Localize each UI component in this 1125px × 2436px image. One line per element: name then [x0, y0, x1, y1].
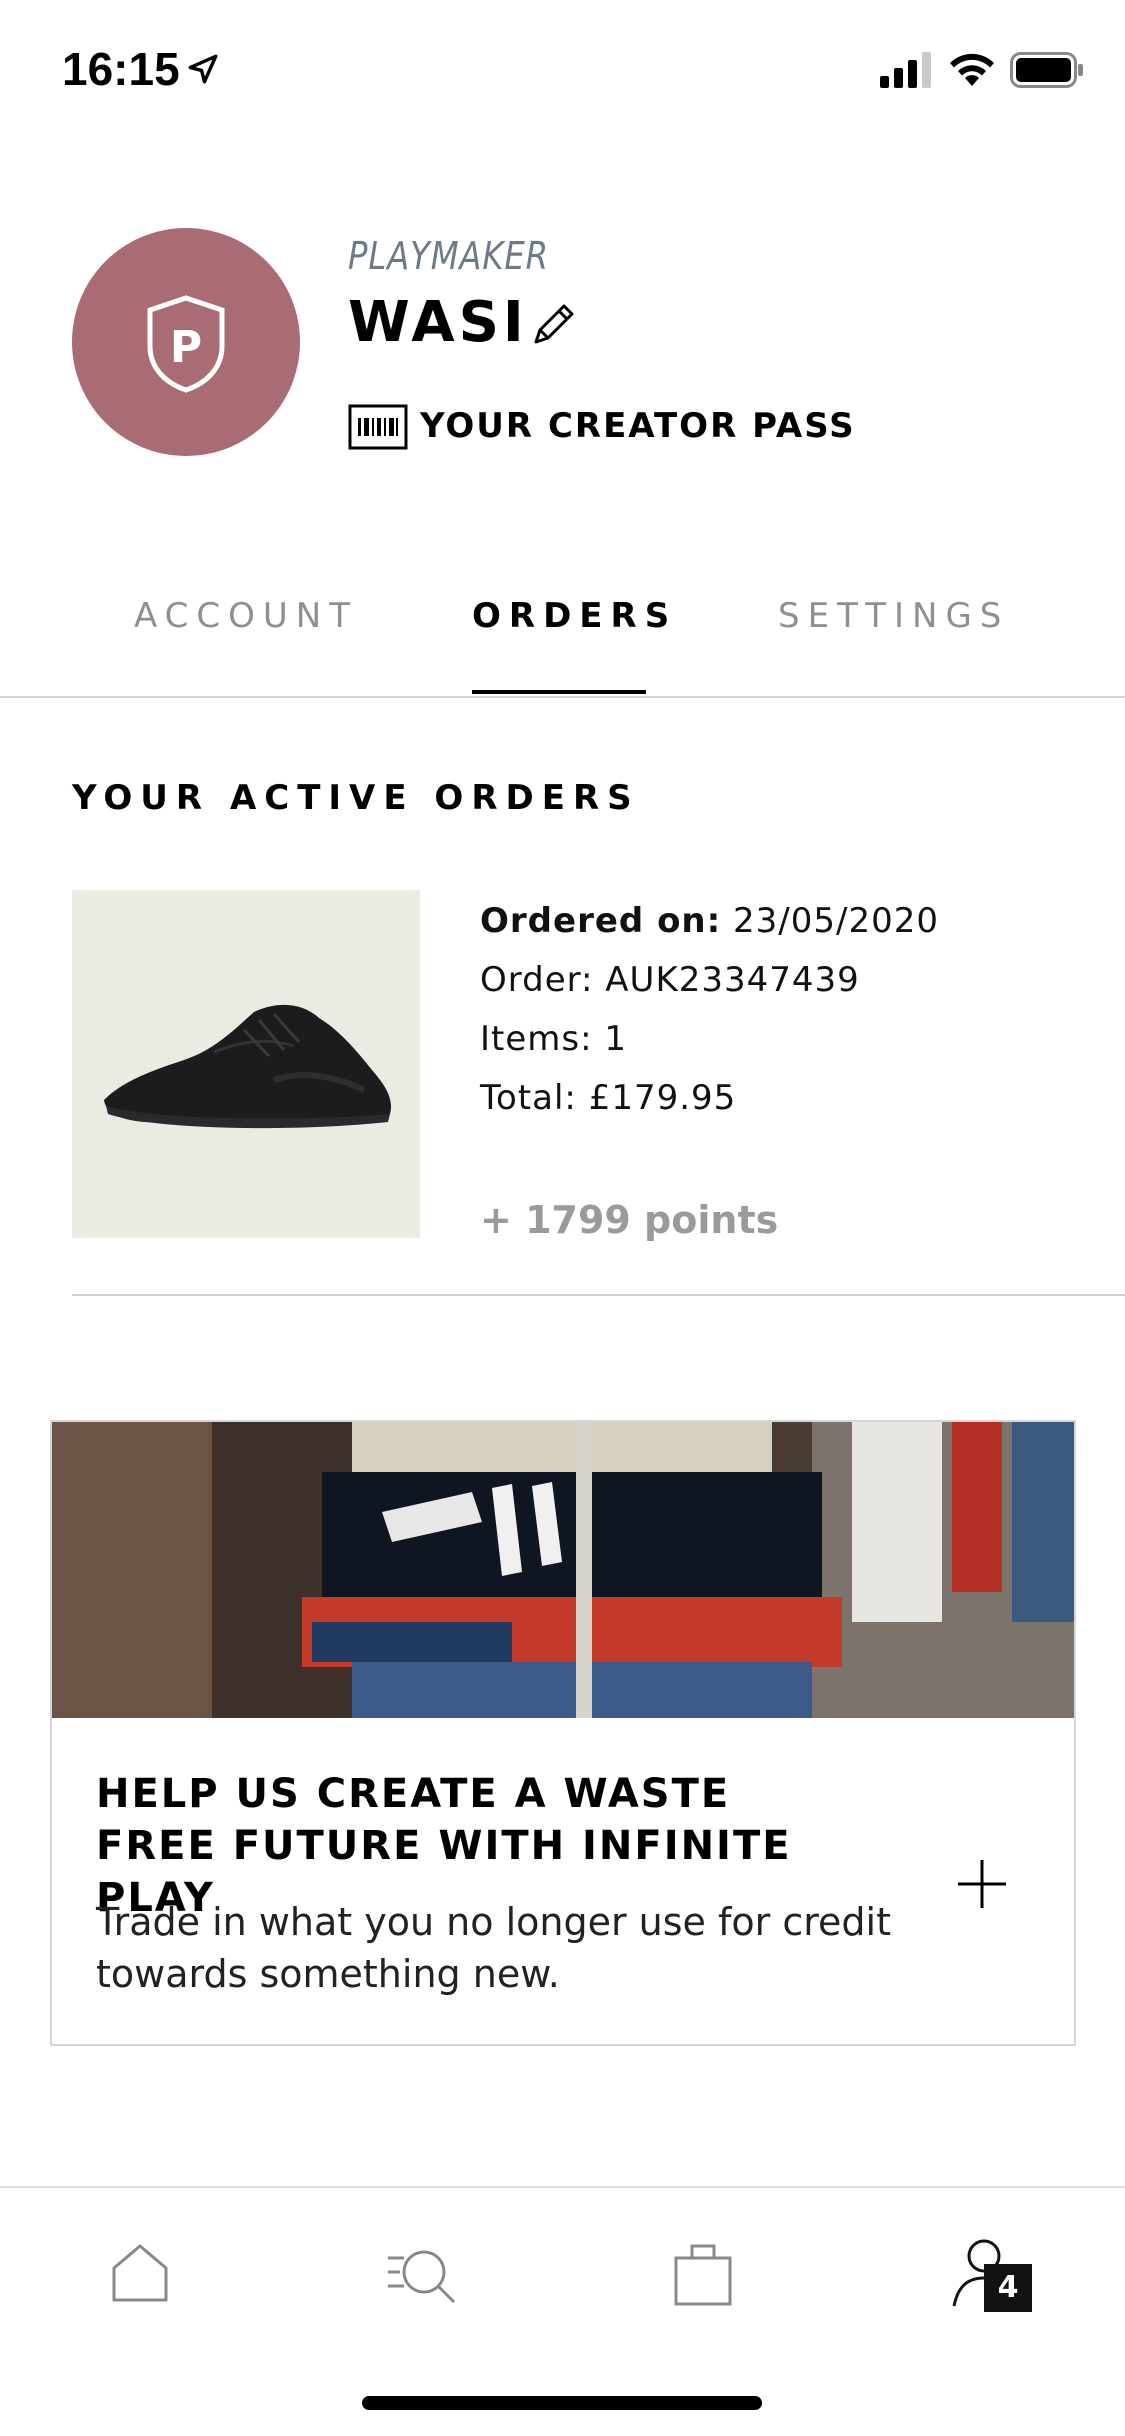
svg-text:P: P	[170, 322, 202, 373]
account-badge: 4	[984, 2264, 1032, 2312]
ordered-on-value: 23/05/2020	[733, 901, 940, 941]
tab-settings[interactable]: SETTINGS	[778, 596, 1009, 636]
profile-tabs: ACCOUNT ORDERS SETTINGS	[0, 580, 1125, 698]
promo-image	[52, 1422, 1074, 1718]
section-title: YOUR ACTIVE ORDERS	[72, 778, 640, 818]
ordered-on-label: Ordered on:	[480, 901, 722, 941]
order-number-label: Order:	[480, 960, 594, 1000]
username: WASI	[348, 290, 528, 355]
barcode-pass-icon[interactable]	[348, 404, 408, 450]
clothes-stack-photo	[52, 1422, 1074, 1718]
membership-tier: PLAYMAKER	[348, 234, 549, 278]
creator-pass-link[interactable]: YOUR CREATOR PASS	[420, 406, 856, 446]
order-number-value: AUK23347439	[605, 960, 860, 1000]
total-value: £179.95	[588, 1078, 737, 1118]
avatar: P	[72, 228, 300, 456]
active-tab-indicator	[472, 690, 646, 694]
status-bar: 16:15	[0, 0, 1125, 132]
ordered-on-row: Ordered on: 23/05/2020	[480, 892, 939, 951]
location-arrow-icon	[188, 54, 218, 84]
divider	[72, 1294, 1125, 1296]
tab-orders[interactable]: ORDERS	[472, 596, 677, 636]
wifi-icon	[950, 53, 994, 86]
total-label: Total:	[480, 1078, 577, 1118]
infinite-play-card[interactable]: HELP US CREATE A WASTE FREE FUTURE WITH …	[50, 1420, 1076, 2046]
total-row: Total: £179.95	[480, 1069, 939, 1128]
order-number-row: Order: AUK23347439	[480, 951, 939, 1010]
order-details: Ordered on: 23/05/2020 Order: AUK2334743…	[480, 892, 939, 1128]
bag-icon[interactable]	[664, 2234, 744, 2314]
points-earned: + 1799 points	[480, 1198, 779, 1242]
product-image[interactable]	[72, 890, 420, 1238]
status-time: 16:15	[62, 43, 180, 95]
divider	[0, 696, 1125, 698]
plus-icon[interactable]	[954, 1856, 1010, 1912]
battery-icon	[1010, 52, 1083, 88]
tab-account[interactable]: ACCOUNT	[134, 596, 358, 636]
shield-badge-icon: P	[147, 295, 225, 393]
search-icon[interactable]	[380, 2234, 460, 2314]
home-icon[interactable]	[100, 2234, 180, 2314]
pencil-edit-icon[interactable]	[528, 298, 580, 350]
home-indicator[interactable]	[362, 2396, 762, 2410]
signal-icon	[880, 52, 931, 88]
items-label: Items:	[480, 1019, 593, 1059]
items-row: Items: 1	[480, 1010, 939, 1069]
sneaker-image	[104, 1004, 392, 1129]
items-value: 1	[604, 1019, 628, 1059]
promo-description: Trade in what you no longer use for cred…	[96, 1900, 891, 1996]
